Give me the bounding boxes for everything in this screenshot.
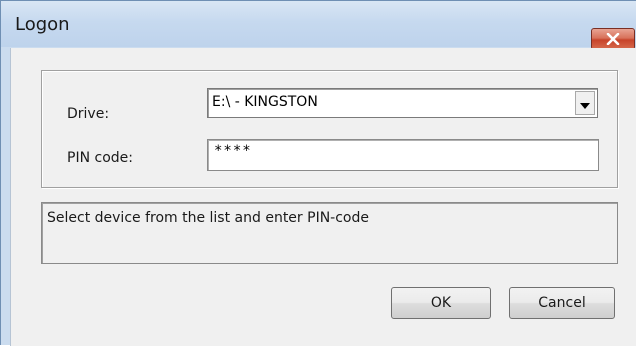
close-button[interactable] [591, 28, 635, 50]
drive-selected-value: E:\ - KINGSTON [212, 94, 318, 110]
dialog-body: Drive: E:\ - KINGSTON PIN code: **** Sel… [10, 48, 636, 346]
status-message: Select device from the list and enter PI… [47, 210, 369, 226]
close-icon [606, 33, 620, 45]
pin-code-value: **** [214, 143, 252, 159]
logon-dialog: Logon Drive: E:\ - KINGSTON PIN code: **… [0, 0, 636, 346]
drive-label: Drive: [67, 106, 110, 122]
pin-code-field[interactable]: **** [207, 139, 599, 171]
chevron-down-icon [580, 94, 590, 113]
cancel-button[interactable]: Cancel [509, 287, 615, 319]
window-title: Logon [15, 14, 70, 35]
drive-select[interactable]: E:\ - KINGSTON [207, 88, 598, 118]
drive-dropdown-button[interactable] [575, 91, 595, 115]
ok-button[interactable]: OK [391, 287, 491, 319]
pin-label: PIN code: [67, 150, 133, 166]
status-box: Select device from the list and enter PI… [41, 202, 618, 264]
title-bar[interactable]: Logon [1, 1, 636, 50]
